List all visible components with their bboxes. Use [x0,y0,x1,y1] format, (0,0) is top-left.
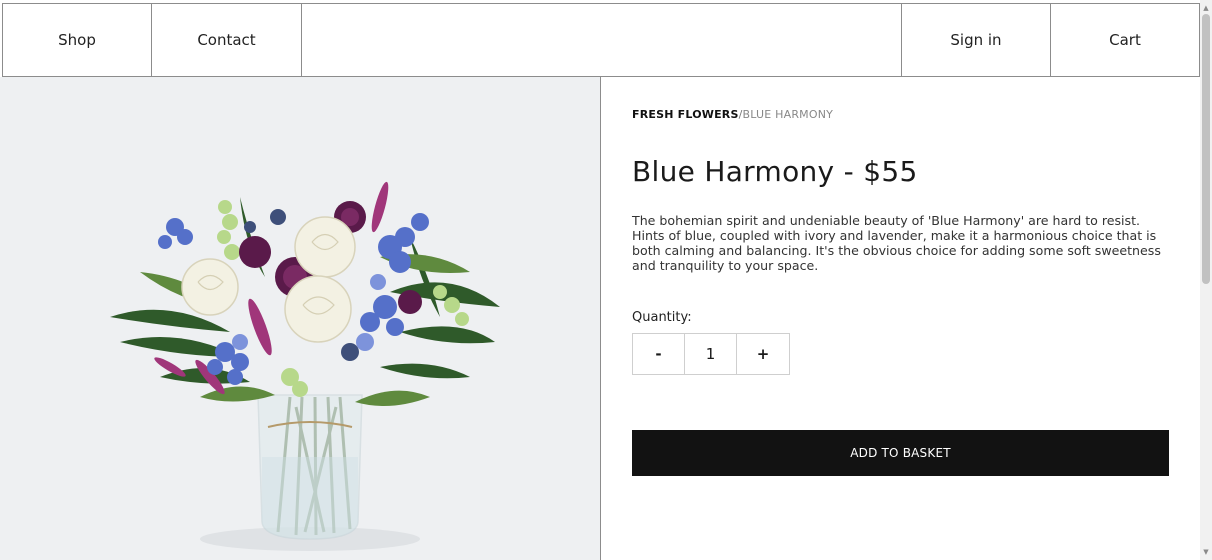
nav-signin-link[interactable]: Sign in [901,4,1050,76]
nav-contact-link[interactable]: Contact [152,4,302,76]
quantity-stepper: - 1 + [632,333,790,375]
quantity-label: Quantity: [632,310,692,325]
scroll-down-icon[interactable]: ▼ [1200,546,1212,558]
product-title: Blue Harmony - $55 [632,155,918,188]
product-image [0,77,601,560]
nav-cart-link[interactable]: Cart [1050,4,1199,76]
bouquet-illustration [110,181,500,551]
quantity-increase-button[interactable]: + [737,334,789,374]
quantity-value[interactable]: 1 [685,334,737,374]
breadcrumb: FRESH FLOWERS/BLUE HARMONY [632,108,833,121]
scroll-up-icon[interactable]: ▲ [1200,2,1212,14]
vertical-scrollbar[interactable]: ▲ ▼ [1200,0,1212,560]
nav-shop-link[interactable]: Shop [3,4,152,76]
scrollbar-thumb[interactable] [1202,14,1210,284]
breadcrumb-category-link[interactable]: FRESH FLOWERS [632,108,739,121]
add-to-basket-button[interactable]: ADD TO BASKET [632,430,1169,476]
product-description: The bohemian spirit and undeniable beaut… [632,213,1161,273]
quantity-decrease-button[interactable]: - [633,334,685,374]
breadcrumb-current: BLUE HARMONY [742,108,834,121]
top-nav: Shop Contact Sign in Cart [2,3,1200,77]
